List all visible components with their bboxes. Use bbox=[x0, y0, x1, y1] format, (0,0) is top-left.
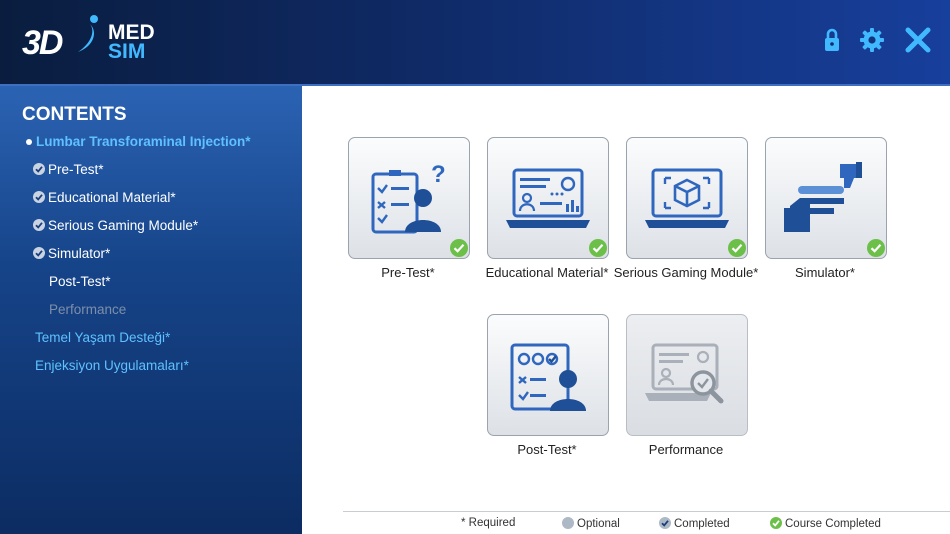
module-label-pre-test: Pre-Test* bbox=[381, 265, 435, 280]
optional-dot-icon bbox=[562, 517, 574, 529]
module-tile-simulator[interactable] bbox=[765, 137, 887, 259]
app-header: 3D MED SIM bbox=[0, 0, 950, 84]
course-completed-check-icon bbox=[770, 517, 782, 529]
logo-sim-text: SIM bbox=[108, 40, 146, 63]
module-tile-educational-material[interactable] bbox=[487, 137, 609, 259]
completed-check-icon bbox=[728, 239, 746, 257]
completed-check-icon bbox=[867, 239, 885, 257]
gear-icon[interactable] bbox=[858, 26, 886, 54]
sidebar-item-enjeksiyon[interactable]: Enjeksiyon Uygulamaları* bbox=[35, 358, 189, 373]
app-logo: 3D MED SIM bbox=[22, 14, 172, 66]
checklist-person-icon bbox=[510, 343, 586, 411]
laptop-dashboard-icon bbox=[506, 168, 590, 228]
legend-completed: Completed bbox=[659, 517, 730, 530]
module-label-serious-gaming: Serious Gaming Module* bbox=[613, 265, 759, 280]
sidebar-item-pre-test[interactable]: Pre-Test* bbox=[33, 162, 104, 177]
module-label-post-test: Post-Test* bbox=[517, 442, 577, 457]
completed-check-icon bbox=[450, 239, 468, 257]
legend-required: * Required bbox=[461, 517, 516, 529]
sidebar-item-lumbar-injection[interactable]: Lumbar Transforaminal Injection* bbox=[26, 134, 251, 149]
contents-sidebar: CONTENTS Lumbar Transforaminal Injection… bbox=[0, 86, 302, 534]
sidebar-item-simulator[interactable]: Simulator* bbox=[33, 246, 110, 261]
module-label-educational-material: Educational Material* bbox=[485, 265, 609, 280]
module-tile-performance bbox=[626, 314, 748, 436]
completed-check-icon bbox=[589, 239, 607, 257]
lock-icon[interactable] bbox=[818, 26, 846, 54]
logo-swoosh-icon bbox=[78, 15, 98, 52]
sidebar-item-performance: Performance bbox=[49, 302, 127, 317]
quiz-person-icon: ? bbox=[371, 161, 446, 234]
sidebar-item-educational-material[interactable]: Educational Material* bbox=[33, 190, 176, 205]
contents-title: CONTENTS bbox=[22, 104, 127, 125]
sidebar-item-temel-yasam[interactable]: Temel Yaşam Desteği* bbox=[35, 330, 170, 345]
module-tile-post-test[interactable] bbox=[487, 314, 609, 436]
hand-gestures-icon bbox=[784, 162, 862, 232]
sidebar-item-serious-gaming[interactable]: Serious Gaming Module* bbox=[33, 218, 198, 233]
check-icon bbox=[33, 163, 45, 175]
module-tile-serious-gaming[interactable] bbox=[626, 137, 748, 259]
logo-3d-text: 3D bbox=[22, 24, 63, 62]
check-icon bbox=[33, 191, 45, 203]
legend-course-completed: Course Completed bbox=[770, 517, 881, 530]
sidebar-item-post-test[interactable]: Post-Test* bbox=[49, 274, 111, 289]
laptop-magnifier-icon bbox=[645, 343, 724, 404]
bullet-icon bbox=[26, 139, 32, 146]
module-tile-pre-test[interactable]: ? bbox=[348, 137, 470, 259]
check-icon bbox=[33, 219, 45, 231]
laptop-cube-icon bbox=[645, 168, 729, 228]
close-icon[interactable] bbox=[904, 26, 932, 54]
svg-text:?: ? bbox=[431, 161, 446, 188]
legend-divider bbox=[343, 511, 950, 512]
module-label-simulator: Simulator* bbox=[795, 265, 855, 280]
completed-check-icon bbox=[659, 517, 671, 529]
legend-optional: Optional bbox=[562, 517, 620, 530]
module-label-performance: Performance bbox=[648, 442, 724, 457]
check-icon bbox=[33, 247, 45, 259]
